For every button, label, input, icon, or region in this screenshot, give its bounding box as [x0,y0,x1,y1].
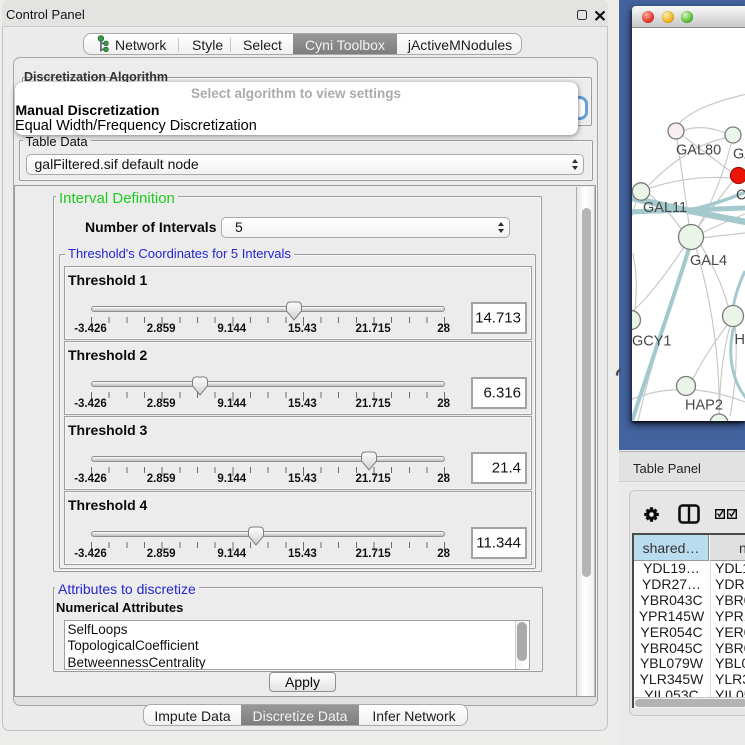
svg-text:GAL11: GAL11 [643,200,687,216]
svg-text:GAL80: GAL80 [676,143,721,159]
svg-text:GAL4: GAL4 [690,253,727,269]
svg-text:GCY1: GCY1 [632,334,672,350]
svg-text:CY: CY [736,188,745,204]
svg-text:H: H [735,332,745,348]
svg-text:HAP2: HAP2 [685,398,723,414]
svg-text:GAL3: GAL3 [733,147,745,163]
